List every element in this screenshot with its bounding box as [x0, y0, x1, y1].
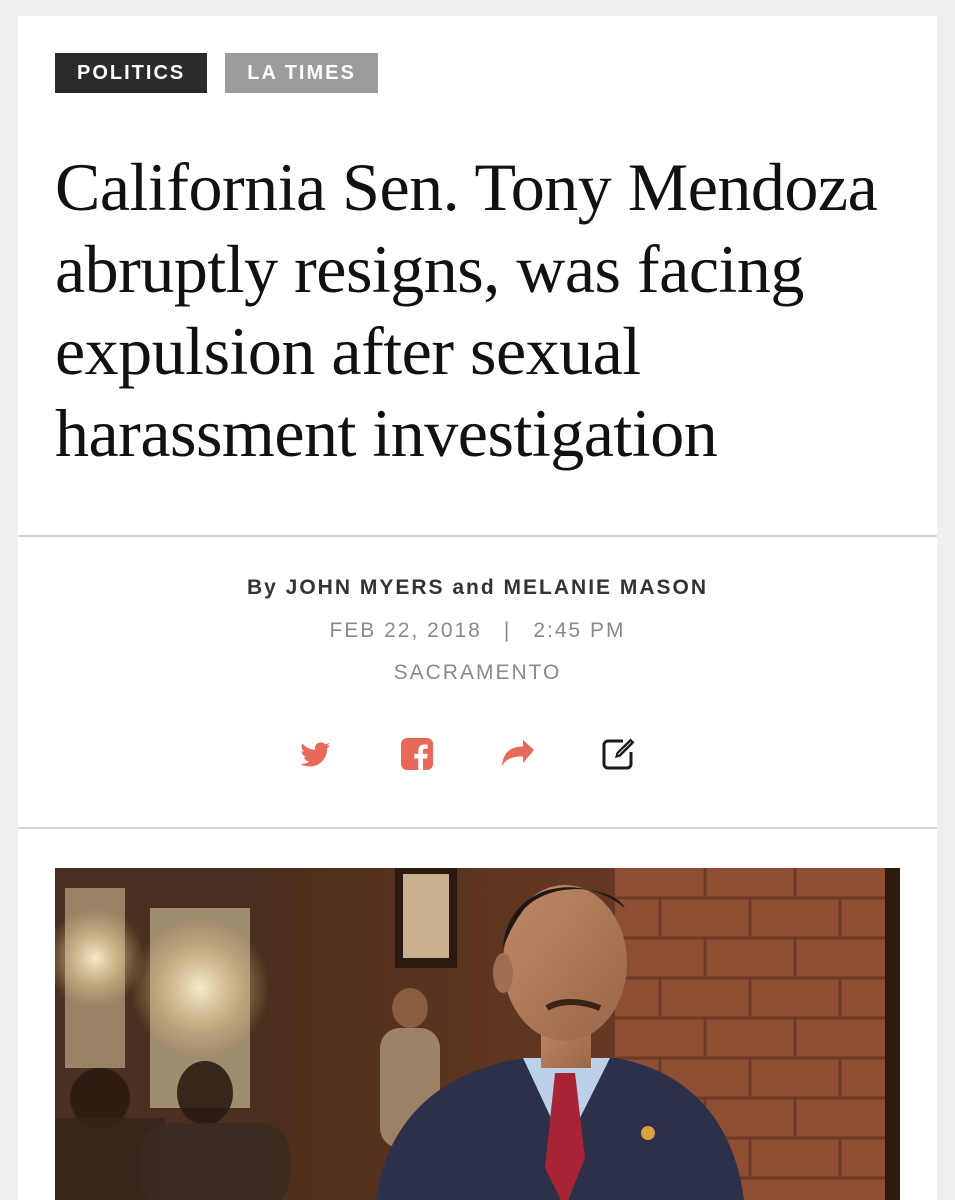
- photo-illustration: [55, 868, 900, 1200]
- comment-button[interactable]: [599, 734, 639, 774]
- tag-la-times[interactable]: LA TIMES: [225, 53, 378, 93]
- dateline: FEB 22, 2018 | 2:45 PM: [18, 619, 937, 643]
- share-arrow-icon: [502, 740, 534, 766]
- date-separator: |: [503, 619, 512, 642]
- divider-top: [18, 535, 937, 537]
- headline: California Sen. Tony Mendoza abruptly re…: [55, 149, 878, 471]
- article-photo[interactable]: [55, 868, 900, 1200]
- edit-icon: [602, 738, 635, 770]
- twitter-share-button[interactable]: [295, 734, 335, 774]
- tag-row: POLITICS LA TIMES: [55, 53, 378, 93]
- byline-prefix: By: [246, 576, 278, 599]
- author-link-john-myers[interactable]: JOHN MYERS: [286, 576, 445, 599]
- divider-bottom: [18, 827, 937, 829]
- tag-politics[interactable]: POLITICS: [55, 53, 208, 93]
- article-card: POLITICS LA TIMES California Sen. Tony M…: [18, 16, 937, 1200]
- facebook-icon: [401, 738, 433, 770]
- byline: By JOHN MYERS and MELANIE MASON: [18, 576, 937, 600]
- publish-date: FEB 22, 2018: [329, 619, 482, 642]
- byline-connector: and: [452, 576, 496, 599]
- publish-time: 2:45 PM: [533, 619, 626, 642]
- twitter-icon: [300, 742, 331, 767]
- facebook-share-button[interactable]: [397, 734, 437, 774]
- location: SACRAMENTO: [393, 661, 562, 684]
- share-button[interactable]: [498, 734, 538, 774]
- author-link-melanie-mason[interactable]: MELANIE MASON: [504, 576, 709, 599]
